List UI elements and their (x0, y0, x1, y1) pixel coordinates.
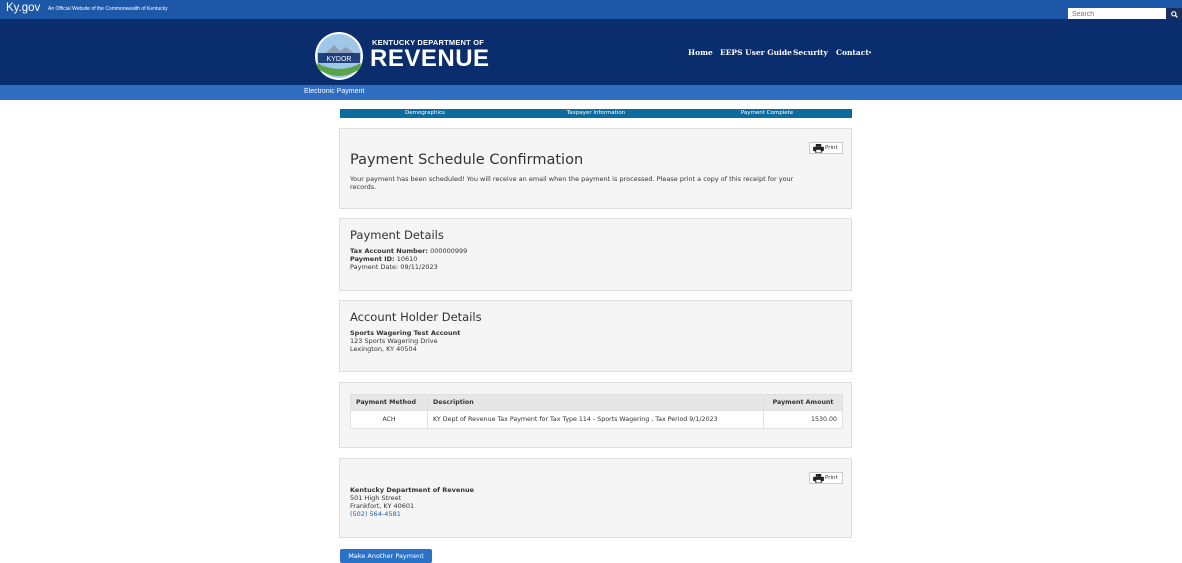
payment-id-value: 10610 (396, 255, 418, 263)
confirmation-message-line2: records. (350, 183, 377, 191)
nav-eeps-user-guide[interactable]: EEPS User Guide (720, 48, 792, 57)
chevron-down-icon: ▾ (868, 50, 872, 56)
print-button[interactable]: Print (809, 142, 843, 154)
dor-phone-link[interactable]: (502) 564-4581 (350, 510, 474, 518)
official-website-text: An Official Website of the Commonwealth … (48, 6, 168, 12)
dor-contact-body: Kentucky Department of Revenue 501 High … (350, 486, 474, 518)
dor-city: Frankfort, KY 40601 (350, 502, 415, 510)
page-subbar: Electronic Payment (0, 85, 1182, 100)
page-title: Payment Schedule Confirmation (350, 152, 584, 168)
tax-account-label: Tax Account Number: (350, 247, 428, 255)
tax-account-value: 000000999 (430, 247, 468, 255)
confirmation-message: Your payment has been scheduled! You wil… (350, 175, 840, 191)
logo-text: KYDOR (327, 56, 352, 63)
dor-street: 501 High Street (350, 494, 402, 502)
nav-contact[interactable]: Contact▾ (836, 48, 871, 57)
brand-title[interactable]: REVENUE (370, 45, 490, 73)
page-section-title: Electronic Payment (304, 88, 365, 95)
payment-id: Payment ID: 10610 (350, 255, 467, 263)
site-header: KYDOR KENTUCKY DEPARTMENT OF REVENUE Hom… (0, 19, 1182, 85)
printer-icon (813, 474, 824, 483)
printer-icon (813, 144, 824, 153)
kydor-logo[interactable]: KYDOR (314, 31, 364, 81)
step-demographics: Demographics (405, 110, 445, 116)
payment-id-label: Payment ID: (350, 255, 395, 263)
kygov-home-link[interactable]: Ky.gov (6, 2, 40, 14)
nav-contact-label: Contact (836, 48, 869, 57)
table-row: ACH KY Dept of Revenue Tax Payment for T… (350, 410, 843, 429)
dor-name: Kentucky Department of Revenue (350, 486, 474, 494)
cell-description: KY Dept of Revenue Tax Payment for Tax T… (427, 410, 764, 429)
confirmation-message-line1: Your payment has been scheduled! You wil… (350, 175, 794, 183)
nav-home[interactable]: Home (688, 48, 713, 57)
payment-table: Payment Method Description Payment Amoun… (350, 394, 843, 429)
cell-payment-amount: 1530.00 (763, 410, 843, 429)
payment-table-panel: Payment Method Description Payment Amoun… (339, 382, 852, 448)
progress-steps: Demographics Taxpayer Information Paymen… (340, 109, 852, 118)
payment-details-title: Payment Details (350, 228, 444, 242)
make-another-payment-button[interactable]: Make Another Payment (340, 549, 432, 563)
account-holder-panel: Account Holder Details Sports Wagering T… (339, 300, 852, 372)
cell-payment-method: ACH (350, 410, 428, 429)
search-icon (1170, 11, 1178, 18)
print-label: Print (825, 145, 838, 151)
print-button-bottom[interactable]: Print (809, 472, 843, 484)
account-holder-address2: Lexington, KY 40504 (350, 345, 417, 353)
kygov-topbar: Ky.gov An Official Website of the Common… (0, 0, 1182, 19)
payment-details-panel: Payment Details Tax Account Number: 0000… (339, 218, 852, 291)
col-payment-amount: Payment Amount (763, 394, 843, 411)
step-taxpayer-information: Taxpayer Information (566, 110, 626, 116)
table-header-row: Payment Method Description Payment Amoun… (350, 394, 843, 411)
print-label: Print (825, 475, 838, 481)
payment-details-body: Tax Account Number: 000000999 Payment ID… (350, 247, 467, 271)
col-payment-method: Payment Method (350, 394, 428, 411)
account-holder-title: Account Holder Details (350, 310, 482, 324)
tax-account-number: Tax Account Number: 000000999 (350, 247, 467, 255)
account-holder-body: Sports Wagering Test Account 123 Sports … (350, 329, 460, 353)
dor-contact-panel: Print Kentucky Department of Revenue 501… (339, 458, 852, 538)
step-payment-complete: Payment Complete (740, 110, 794, 116)
col-description: Description (427, 394, 764, 411)
account-holder-address1: 123 Sports Wagering Drive (350, 337, 438, 345)
account-holder-name: Sports Wagering Test Account (350, 329, 461, 337)
confirmation-panel: Print Payment Schedule Confirmation Your… (339, 128, 852, 209)
payment-date: Payment Date: 09/11/2023 (350, 263, 438, 271)
nav-security[interactable]: Security (793, 48, 828, 57)
